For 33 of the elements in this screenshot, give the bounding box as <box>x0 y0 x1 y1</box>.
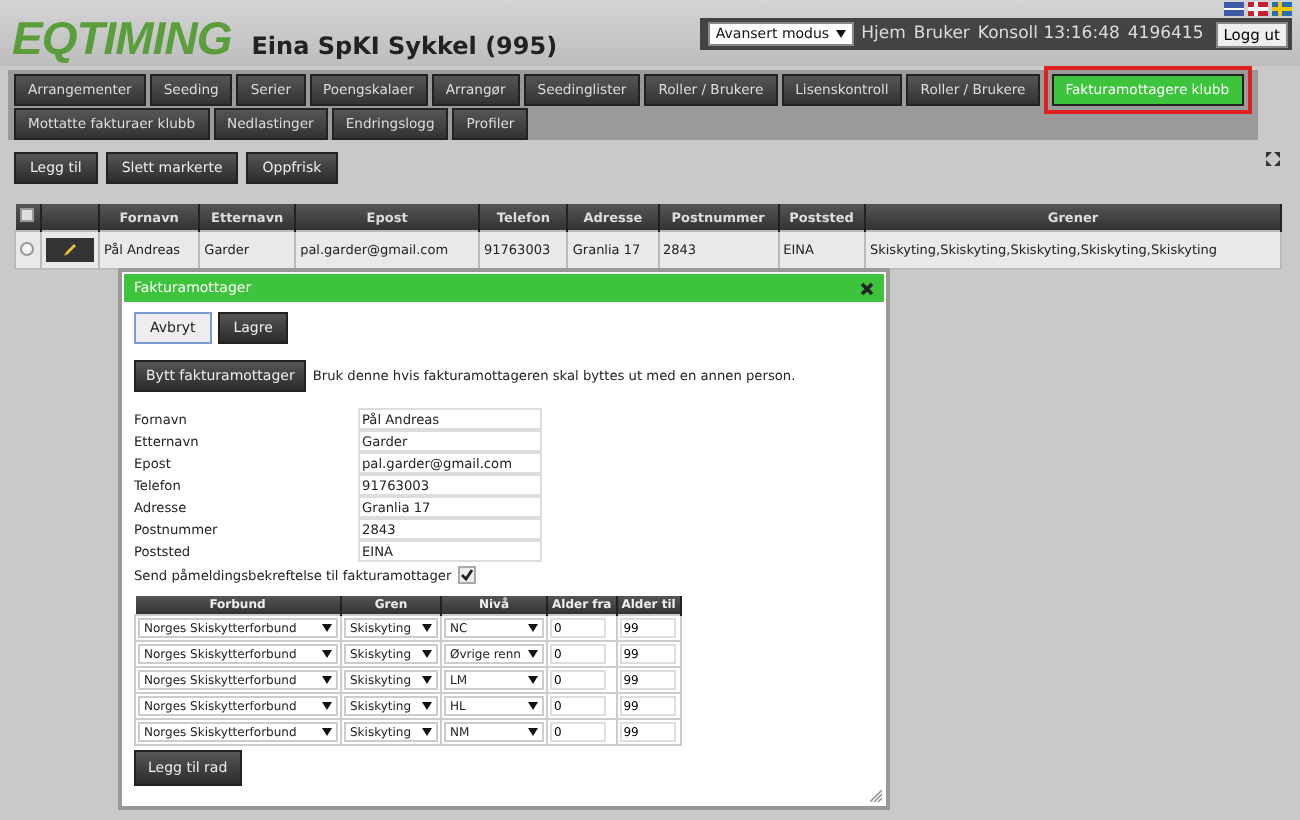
flag-icon[interactable] <box>1248 2 1268 16</box>
caret-icon <box>528 624 538 632</box>
caret-icon <box>322 624 332 632</box>
close-icon[interactable] <box>860 281 874 295</box>
header-link[interactable]: Bruker <box>913 24 970 44</box>
caret-icon <box>422 650 432 658</box>
header-link[interactable]: Konsoll 13:16:48 <box>977 24 1120 44</box>
row-checkbox[interactable] <box>20 241 34 255</box>
caret-icon <box>322 702 332 710</box>
flag-icon[interactable] <box>1272 2 1292 16</box>
select-all-checkbox[interactable] <box>20 208 35 222</box>
pencil-icon <box>62 242 78 258</box>
caret-icon <box>835 30 846 38</box>
edit-button[interactable] <box>46 238 94 262</box>
header-link[interactable]: 4196415 <box>1127 24 1204 44</box>
caret-icon <box>528 702 538 710</box>
confirm-checkbox[interactable] <box>457 566 476 584</box>
caret-icon <box>528 650 538 658</box>
expand-icon[interactable] <box>1266 152 1280 166</box>
flag-icon[interactable] <box>1224 2 1244 16</box>
caret-icon <box>422 624 432 632</box>
caret-icon <box>422 728 432 736</box>
caret-icon <box>322 650 332 658</box>
caret-icon <box>322 728 332 736</box>
caret-icon <box>422 702 432 710</box>
logo: EQTIMING <box>12 14 232 62</box>
caret-icon <box>322 676 332 684</box>
club-title: Eina SpKI Sykkel (995) <box>251 32 558 60</box>
resize-grip-icon[interactable] <box>870 790 882 802</box>
caret-icon <box>528 676 538 684</box>
caret-icon <box>528 728 538 736</box>
header-link[interactable]: Hjem <box>861 24 906 44</box>
caret-icon <box>422 676 432 684</box>
